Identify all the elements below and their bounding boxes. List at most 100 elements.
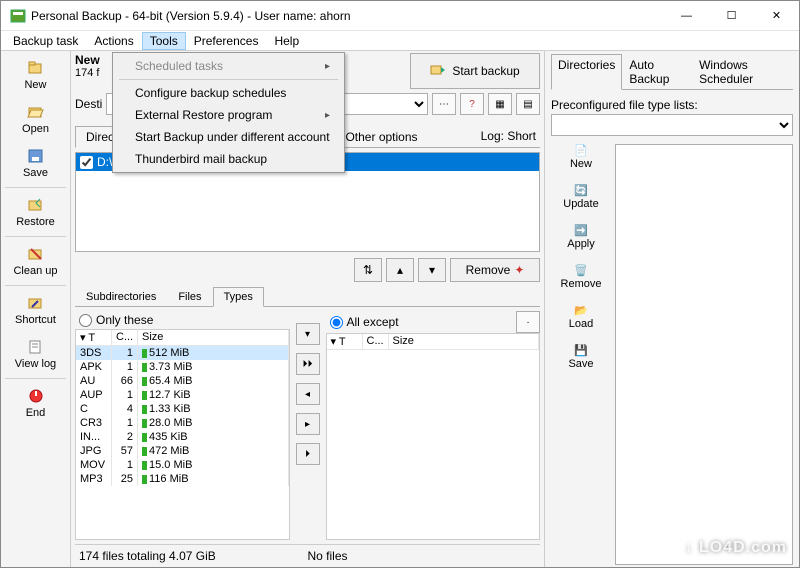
- type-row[interactable]: CR3128.0 MiB: [76, 416, 289, 430]
- type-row[interactable]: AU6665.4 MiB: [76, 374, 289, 388]
- dest-btn-more[interactable]: ▤: [516, 93, 540, 115]
- shortcut-icon: [26, 294, 46, 312]
- subtab-files[interactable]: Files: [167, 287, 212, 307]
- status-left: 174 files totaling 4.07 GiB: [79, 549, 308, 563]
- dd-configure-schedules[interactable]: Configure backup schedules: [115, 82, 342, 104]
- toolbar-separator: [5, 187, 66, 188]
- sub-tabs: Subdirectories Files Types: [75, 286, 540, 307]
- type-list-header: ▾ T C... Size: [327, 334, 540, 350]
- preconfigured-label: Preconfigured file type lists:: [551, 98, 793, 112]
- menu-help[interactable]: Help: [266, 32, 307, 50]
- tool-new[interactable]: New: [1, 53, 70, 97]
- dd-start-diff-account[interactable]: Start Backup under different account: [115, 126, 342, 148]
- right-list[interactable]: [615, 144, 793, 565]
- toolbar-separator: [5, 378, 66, 379]
- move-all-right-button[interactable]: ▾: [296, 323, 320, 345]
- type-row[interactable]: MOV115.0 MiB: [76, 458, 289, 472]
- all-except-extra-button[interactable]: ·: [516, 311, 540, 333]
- menu-backup-task[interactable]: Backup task: [5, 32, 86, 50]
- rbtn-update[interactable]: 🔄Update: [551, 184, 611, 210]
- type-row[interactable]: APK13.73 MiB: [76, 360, 289, 374]
- sort-button[interactable]: ⇅: [354, 258, 382, 282]
- log-mode[interactable]: Log: Short: [481, 129, 540, 143]
- titlebar: Personal Backup - 64-bit (Version 5.9.4)…: [1, 1, 799, 31]
- destination-label: Desti: [75, 97, 102, 111]
- tool-shortcut[interactable]: Shortcut: [1, 288, 70, 332]
- dest-btn-info[interactable]: ?: [460, 93, 484, 115]
- menu-tools[interactable]: Tools: [142, 32, 186, 50]
- all-except-label: All except: [347, 315, 399, 329]
- type-row[interactable]: AUP112.7 KiB: [76, 388, 289, 402]
- dd-item-label: Thunderbird mail backup: [135, 152, 267, 166]
- subtab-subdirectories[interactable]: Subdirectories: [75, 287, 167, 307]
- rbtn-apply[interactable]: ➡️Apply: [551, 224, 611, 250]
- move-right-all-icon-button[interactable]: ⏵⏵: [296, 353, 320, 375]
- all-except-radio[interactable]: All except: [326, 313, 517, 331]
- rtab-scheduler[interactable]: Windows Scheduler: [692, 54, 793, 90]
- menu-preferences[interactable]: Preferences: [186, 32, 267, 50]
- move-down-button[interactable]: ▾: [418, 258, 446, 282]
- remove-button[interactable]: Remove ✦: [450, 258, 540, 282]
- rtab-directories[interactable]: Directories: [551, 54, 622, 90]
- close-button[interactable]: ✕: [754, 2, 799, 30]
- type-row[interactable]: C41.33 KiB: [76, 402, 289, 416]
- only-these-list[interactable]: ▾ T C... Size 3DS1512 MiBAPK13.73 MiBAU6…: [75, 329, 290, 540]
- move-left-button[interactable]: ◂: [296, 383, 320, 405]
- tool-cleanup[interactable]: Clean up: [1, 239, 70, 283]
- remove-icon: ✦: [514, 263, 524, 277]
- start-backup-label: Start backup: [452, 64, 519, 78]
- move-right-2-button[interactable]: ⏵: [296, 443, 320, 465]
- minimize-button[interactable]: —: [664, 2, 709, 30]
- tool-open[interactable]: Open: [1, 97, 70, 141]
- tool-viewlog[interactable]: View log: [1, 332, 70, 376]
- tool-save[interactable]: Save: [1, 141, 70, 185]
- menu-separator: [119, 79, 338, 80]
- start-backup-button[interactable]: Start backup: [410, 53, 540, 89]
- play-icon: [430, 63, 446, 80]
- rbtn-label: Load: [569, 318, 593, 330]
- power-icon: [26, 387, 46, 405]
- dest-btn-browse[interactable]: ⋯: [432, 93, 456, 115]
- types-area: Only these ▾ T C... Size 3DS1512 MiBAPK1…: [75, 311, 540, 540]
- preconfigured-select[interactable]: [551, 114, 793, 136]
- new-icon: 📄: [574, 144, 588, 157]
- rbtn-save[interactable]: 💾Save: [551, 344, 611, 370]
- rbtn-load[interactable]: 📂Load: [551, 304, 611, 330]
- move-right-button[interactable]: ▸: [296, 413, 320, 435]
- all-except-input[interactable]: [330, 316, 343, 329]
- right-buttons: 📄New 🔄Update ➡️Apply 🗑️Remove 📂Load 💾Sav…: [551, 144, 611, 565]
- right-tabs: Directories Auto Backup Windows Schedule…: [551, 53, 793, 90]
- tool-label: View log: [15, 358, 56, 370]
- tool-end[interactable]: End: [1, 381, 70, 425]
- subtab-types[interactable]: Types: [213, 287, 264, 307]
- only-these-input[interactable]: [79, 314, 92, 327]
- tab-other-options[interactable]: Other options: [334, 126, 428, 148]
- move-up-button[interactable]: ▴: [386, 258, 414, 282]
- type-list-header: ▾ T C... Size: [76, 330, 289, 346]
- type-row[interactable]: MP325116 MiB: [76, 472, 289, 486]
- only-these-col: Only these ▾ T C... Size 3DS1512 MiBAPK1…: [75, 311, 290, 540]
- remove-label: Remove: [466, 263, 511, 277]
- rbtn-new[interactable]: 📄New: [551, 144, 611, 170]
- status-bar: 174 files totaling 4.07 GiB No files: [75, 544, 540, 565]
- dd-external-restore[interactable]: External Restore program ▸: [115, 104, 342, 126]
- dd-item-label: External Restore program: [135, 108, 272, 122]
- menu-actions[interactable]: Actions: [86, 32, 141, 50]
- type-row[interactable]: 3DS1512 MiB: [76, 346, 289, 360]
- dd-scheduled-tasks[interactable]: Scheduled tasks ▸: [115, 55, 342, 77]
- rtab-autobackup[interactable]: Auto Backup: [622, 54, 692, 90]
- restore-icon: [26, 196, 46, 214]
- only-these-radio[interactable]: Only these: [75, 311, 290, 329]
- tool-restore[interactable]: Restore: [1, 190, 70, 234]
- maximize-button[interactable]: ☐: [709, 2, 754, 30]
- all-except-list[interactable]: ▾ T C... Size: [326, 333, 541, 540]
- dd-thunderbird-backup[interactable]: Thunderbird mail backup: [115, 148, 342, 170]
- update-icon: 🔄: [574, 184, 588, 197]
- dest-btn-calendar[interactable]: ▦: [488, 93, 512, 115]
- rbtn-remove[interactable]: 🗑️Remove: [551, 264, 611, 290]
- type-row[interactable]: JPG57472 MiB: [76, 444, 289, 458]
- type-row[interactable]: IN...2435 KiB: [76, 430, 289, 444]
- rbtn-label: Remove: [561, 278, 602, 290]
- directory-checkbox[interactable]: [80, 156, 93, 169]
- dd-item-label: Configure backup schedules: [135, 86, 286, 100]
